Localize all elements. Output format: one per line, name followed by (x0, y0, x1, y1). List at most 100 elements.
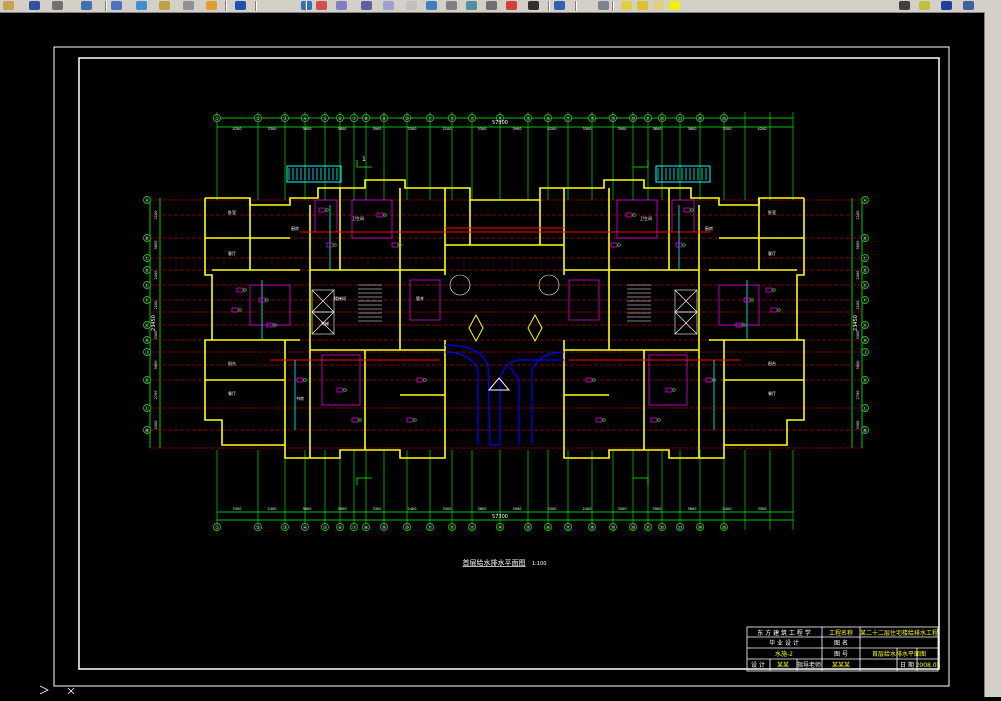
axis-label-bottom: ⑱ (590, 524, 595, 531)
save-icon[interactable] (28, 0, 41, 11)
plumbing-fixture (683, 207, 691, 213)
color-icon[interactable] (382, 0, 395, 11)
insert-icon[interactable] (445, 0, 458, 11)
properties-icon[interactable] (158, 0, 171, 11)
axis-label-bottom: ㉓ (678, 524, 683, 531)
sun-icon[interactable] (636, 0, 649, 11)
dim-text-top: 3900 (373, 127, 382, 131)
dim-text-bottom: 3900 (653, 507, 662, 511)
top-dimensions (149, 117, 863, 521)
plumbing-fixture (236, 287, 244, 293)
tb-drawing-name: 首层给水排水平面图 (872, 650, 926, 658)
plumbing-fixture (318, 207, 326, 213)
axis-label-right: Ⓖ (863, 322, 868, 329)
zoom-window-icon[interactable] (110, 0, 123, 11)
calc-icon[interactable] (485, 0, 498, 11)
drawing-canvas[interactable]: ①①②②③③④④⑤⑤⑥⑥⑦⑦⑧⑧⑨⑨⑩⑩⑪⑪⑫⑫⑬⑬⑭⑭⑮⑮⑯⑯⑰⑰⑱⑱⑲⑲⑳⑳… (0, 12, 985, 697)
dim-text-left: 2100 (154, 301, 158, 310)
dim-text-bottom: 2400 (408, 507, 417, 511)
axis-label-right: Ⓑ (863, 235, 868, 242)
dropdown-icon[interactable] (898, 0, 911, 11)
dim-text-bottom: 3600 (303, 507, 312, 511)
pipe-riser (413, 418, 417, 422)
room-label: 厨房 (291, 225, 299, 231)
layer-prev-icon[interactable] (940, 0, 953, 11)
axis-label-left: Ⓔ (145, 282, 150, 289)
layout-icon[interactable] (505, 0, 518, 11)
axis-label-left: Ⓐ (145, 197, 150, 204)
grid-icon[interactable] (527, 0, 540, 11)
axis-label-top: ㉒ (660, 115, 665, 122)
layer-mgr-icon[interactable] (962, 0, 975, 11)
zoom-realtime-icon[interactable] (135, 0, 148, 11)
axis-label-top: ⑳ (631, 115, 636, 122)
room-label: 书房 (296, 395, 304, 401)
axis-label-top: ⑦ (352, 116, 356, 122)
axis-label-left: Ⓜ (145, 427, 150, 434)
dim-text-top: 4200 (548, 127, 557, 131)
dim-text-left: 2400 (154, 271, 158, 280)
layers-icon[interactable] (597, 0, 610, 11)
hatch-icon[interactable] (315, 0, 328, 11)
dim-text-top: 3600 (303, 127, 312, 131)
open-icon[interactable] (2, 0, 15, 11)
plan-title: 首层给水排水平面图 (463, 558, 526, 567)
undo-icon[interactable] (182, 0, 195, 11)
room-label: 卫生间 (352, 215, 364, 221)
plumbing-fixture (336, 387, 344, 393)
axis-label-left: Ⓚ (145, 377, 150, 384)
print-icon[interactable] (51, 0, 64, 11)
lock-icon[interactable] (652, 0, 665, 11)
bulb-icon[interactable] (620, 0, 633, 11)
axis-label-right: Ⓕ (863, 297, 868, 304)
tb-project-label: 工程名称 (829, 629, 853, 637)
pipe-riser (672, 388, 676, 392)
pipe-riser (772, 288, 776, 292)
bylayer-icon[interactable] (405, 0, 418, 11)
pan-icon[interactable] (80, 0, 93, 11)
room-label: 客厅 (228, 250, 236, 256)
dim-text-top: 3300 (723, 127, 732, 131)
text-icon[interactable] (360, 0, 373, 11)
axis-label-top: ④ (303, 116, 307, 122)
dimension-icon[interactable] (335, 0, 348, 11)
axis-label-top: ⑧ (364, 116, 368, 122)
dim-text-left: 3300 (154, 331, 158, 340)
dim-text-left: 3300 (154, 421, 158, 430)
layer-state-icon[interactable] (918, 0, 931, 11)
axis-label-right: Ⓙ (863, 349, 868, 356)
dim-text-right: 2700 (856, 391, 860, 400)
section-mark-text: 1 (362, 156, 366, 163)
right-axis-dim: 23450 (853, 315, 859, 331)
dim-text-right: 2400 (856, 271, 860, 280)
table-icon[interactable] (465, 0, 478, 11)
overall-dim-bottom: 57300 (492, 514, 508, 520)
room-label: 厨房 (705, 225, 713, 231)
dim-text-bottom: 3300 (443, 507, 452, 511)
color-square-icon[interactable] (668, 0, 681, 11)
axis-label-bottom: ㉕ (722, 524, 727, 531)
axis-label-left: Ⓛ (145, 405, 150, 412)
vertical-scrollbar[interactable] (984, 12, 1001, 697)
axis-label-top: ⑱ (590, 115, 595, 122)
help-icon[interactable] (553, 0, 566, 11)
pipe-riser (333, 243, 337, 247)
axis-label-bottom: ㉔ (698, 524, 703, 531)
axis-label-right: Ⓐ (863, 197, 868, 204)
room-label: 楼梯间 (334, 295, 346, 301)
dim-text-bottom: 2400 (583, 507, 592, 511)
pipe-riser (303, 378, 307, 382)
pipe-riser (238, 308, 242, 312)
dim-text-right: 3300 (856, 331, 860, 340)
axis-label-top: ⑨ (382, 116, 386, 122)
left-axis-dim: 23450 (151, 315, 157, 331)
match-icon[interactable] (234, 0, 247, 11)
pipe-riser (690, 208, 694, 212)
axis-label-bottom: ③ (283, 525, 287, 531)
axis-bubbles: ①①②②③③④④⑤⑤⑥⑥⑦⑦⑧⑧⑨⑨⑩⑩⑪⑪⑫⑫⑬⑬⑭⑭⑮⑮⑯⑯⑰⑰⑱⑱⑲⑲⑳⑳… (143, 114, 869, 531)
layer-icon[interactable] (205, 0, 218, 11)
plan-scale: 1:100 (532, 561, 546, 567)
block-icon[interactable] (425, 0, 438, 11)
dim-text-top: 3300 (408, 127, 417, 131)
tb-student: 某某某 (832, 662, 850, 669)
